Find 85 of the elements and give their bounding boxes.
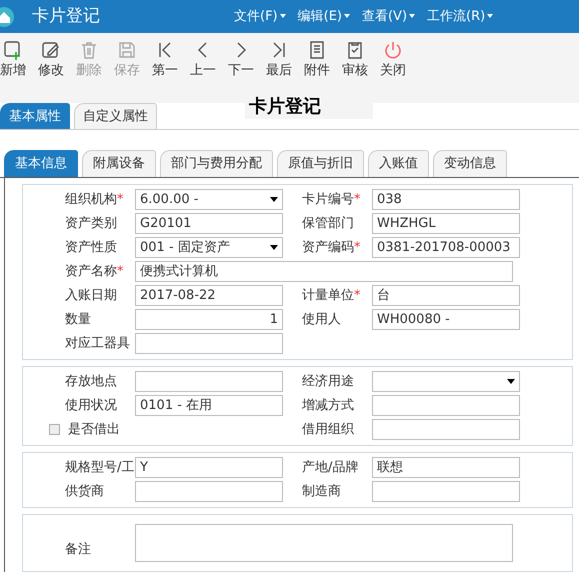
form-title: 卡片登记 — [245, 95, 373, 119]
checkbox-label: 是否借出 — [68, 420, 120, 439]
tab[interactable]: 基本信息 — [4, 150, 78, 176]
input-field[interactable]: 1 — [135, 309, 283, 330]
input-field[interactable] — [135, 333, 283, 354]
trash-icon — [79, 40, 99, 61]
menu-item[interactable]: 编辑(E) — [294, 6, 354, 26]
input-field[interactable]: 联想 — [372, 457, 520, 478]
input-field[interactable]: 0101 - 在用 — [135, 395, 283, 416]
tab[interactable]: 自定义属性 — [74, 102, 157, 129]
required-mark: * — [354, 192, 360, 207]
field-label: 资产性质 — [65, 238, 118, 257]
toolbar-button[interactable]: 关闭 — [374, 40, 412, 80]
field-label: 资产类别 — [65, 214, 118, 233]
tab[interactable]: 入账值 — [368, 150, 429, 176]
required-mark: * — [117, 192, 124, 207]
field-label: 保管部门 — [302, 214, 355, 233]
input-field[interactable] — [372, 481, 520, 502]
field-label: 使用人 — [302, 310, 342, 329]
dropdown-field[interactable]: 6.00.00 - — [135, 189, 283, 210]
power-icon — [383, 40, 403, 61]
toolbar-button[interactable]: 上一 — [184, 40, 222, 80]
menu-item[interactable]: 工作流(R) — [423, 6, 498, 26]
field-label: 规格型号/工 — [65, 458, 135, 477]
caret-icon — [487, 14, 494, 18]
input-field[interactable]: 台 — [372, 285, 520, 306]
caret-icon — [280, 14, 286, 18]
tab[interactable]: 附属设备 — [82, 150, 156, 176]
field-label: 经济用途 — [302, 372, 355, 391]
field-label: 使用状况 — [65, 396, 118, 415]
input-field[interactable]: 038 — [372, 189, 520, 210]
window-title: 卡片登记 — [32, 4, 100, 28]
input-field[interactable]: 便携式计算机 — [135, 261, 513, 282]
caret-icon — [344, 14, 350, 18]
tab[interactable]: 原值与折旧 — [277, 150, 364, 176]
field-label: 入账日期 — [65, 286, 118, 305]
tab[interactable]: 变动信息 — [433, 150, 507, 176]
required-mark: * — [354, 240, 360, 255]
toolbar-button[interactable]: 最后 — [260, 40, 298, 80]
input-field[interactable]: WH00080 - — [372, 309, 520, 330]
input-field[interactable]: G20101 — [135, 213, 283, 234]
field-label: 备注 — [65, 541, 92, 559]
input-field[interactable]: 2017-08-22 — [135, 285, 283, 306]
field-label: 存放地点 — [65, 372, 118, 391]
dropdown-caret-icon — [270, 245, 278, 250]
field-label: 制造商 — [302, 482, 342, 501]
field-label: 资产编码* — [302, 238, 362, 257]
tab[interactable]: 部门与费用分配 — [160, 150, 273, 176]
toolbar-button[interactable]: 新增 — [0, 40, 32, 80]
field-label: 组织机构* — [65, 190, 124, 209]
dropdown-caret-icon — [270, 197, 278, 202]
toolbar-button[interactable]: 附件 — [298, 40, 336, 80]
toolbar-button[interactable]: 下一 — [222, 40, 260, 80]
checkbox[interactable] — [49, 424, 60, 435]
field-label: 产地/品牌 — [302, 458, 360, 477]
field-label: 供货商 — [65, 482, 105, 501]
toolbar-button[interactable]: 审核 — [336, 40, 374, 80]
field-label: 数量 — [65, 310, 92, 329]
app-logo-icon — [0, 6, 16, 28]
field-label: 借用组织 — [302, 420, 355, 439]
required-mark: * — [117, 264, 124, 279]
input-field[interactable] — [372, 395, 520, 416]
field-label: 增减方式 — [302, 396, 355, 415]
toolbar-button[interactable]: 修改 — [32, 40, 70, 80]
field-label: 卡片编号* — [302, 190, 362, 209]
tab[interactable]: 基本属性 — [0, 102, 70, 129]
input-field[interactable] — [135, 371, 283, 392]
input-field[interactable] — [135, 481, 283, 502]
caret-icon — [409, 14, 416, 18]
dropdown-field[interactable]: 001 - 固定资产 — [135, 237, 283, 258]
dropdown-caret-icon — [507, 379, 515, 384]
input-field[interactable] — [135, 524, 513, 562]
field-label: 对应工器具 — [65, 334, 131, 353]
menu-item[interactable]: 查看(V) — [358, 6, 420, 26]
dropdown-field[interactable] — [372, 371, 520, 392]
input-field[interactable]: Y — [135, 457, 283, 478]
input-field[interactable] — [372, 419, 520, 440]
input-field[interactable]: WHZHGL — [372, 213, 520, 234]
field-label: 资产名称* — [65, 262, 124, 281]
toolbar-button[interactable]: 第一 — [146, 40, 184, 80]
menu-item[interactable]: 文件(F) — [230, 6, 290, 26]
new-icon — [3, 40, 23, 61]
input-field[interactable]: 0381-201708-00003 — [372, 237, 520, 258]
required-mark: * — [354, 288, 360, 303]
field-label: 计量单位* — [302, 286, 362, 305]
